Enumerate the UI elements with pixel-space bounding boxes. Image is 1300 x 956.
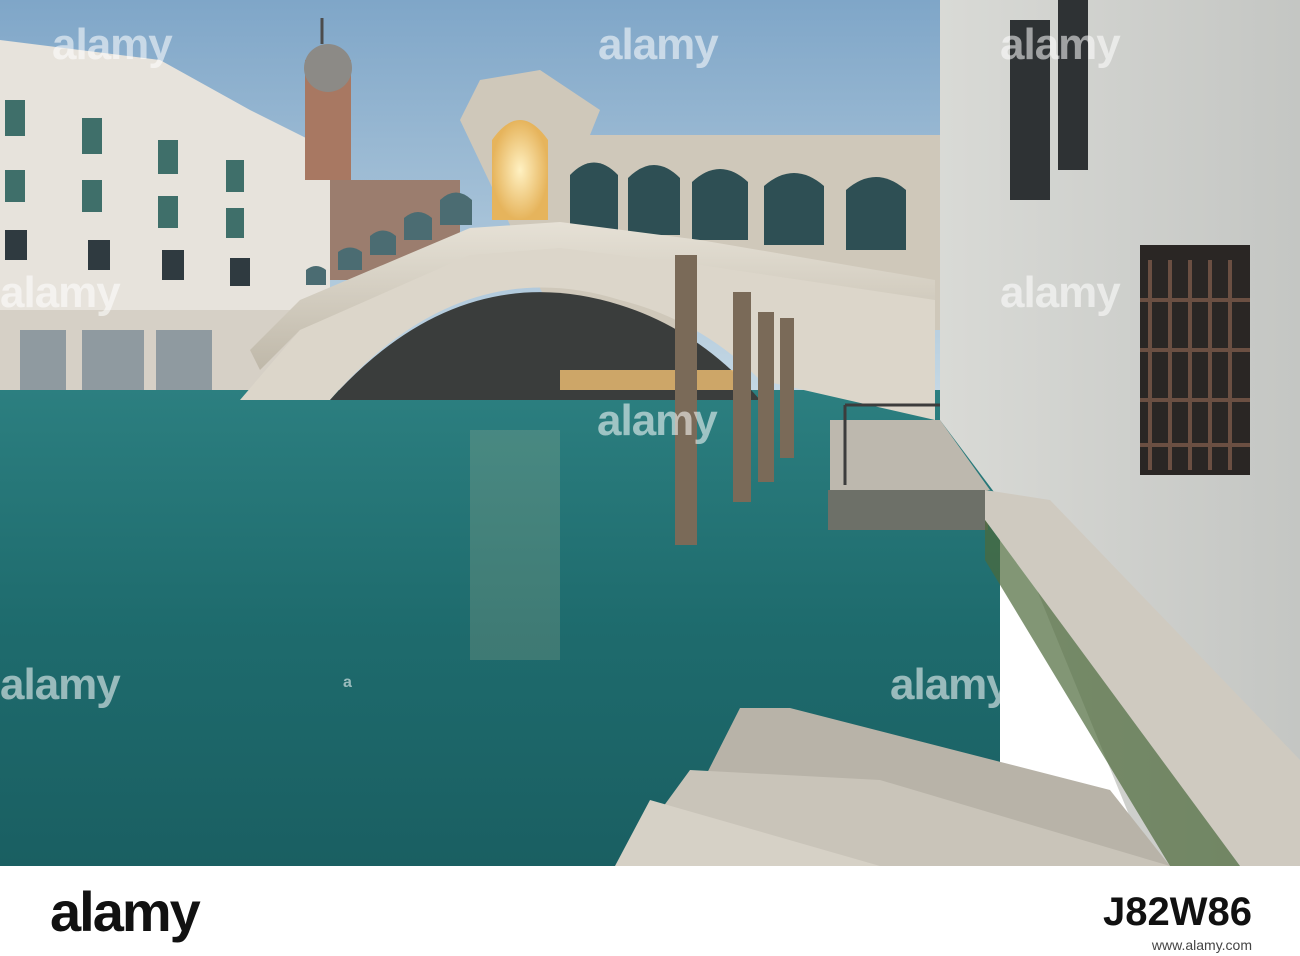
alamy-logo: alamy — [50, 880, 201, 943]
watermark: alamy — [52, 20, 173, 69]
watermark: alamy — [890, 660, 1011, 709]
image-id: J82W86 — [1103, 890, 1252, 934]
photo: alamy alamy alamy alamy alamy alamy alam… — [0, 0, 1300, 866]
watermark: alamy — [597, 396, 718, 445]
watermark: alamy — [598, 20, 719, 69]
stock-footer: alamy J82W86 www.alamy.com — [0, 866, 1300, 956]
watermark: alamy — [0, 660, 121, 709]
watermark: alamy — [1000, 268, 1121, 317]
watermark: alamy — [0, 268, 121, 317]
watermark: alamy — [1000, 20, 1121, 69]
site-url: www.alamy.com — [1151, 937, 1252, 953]
